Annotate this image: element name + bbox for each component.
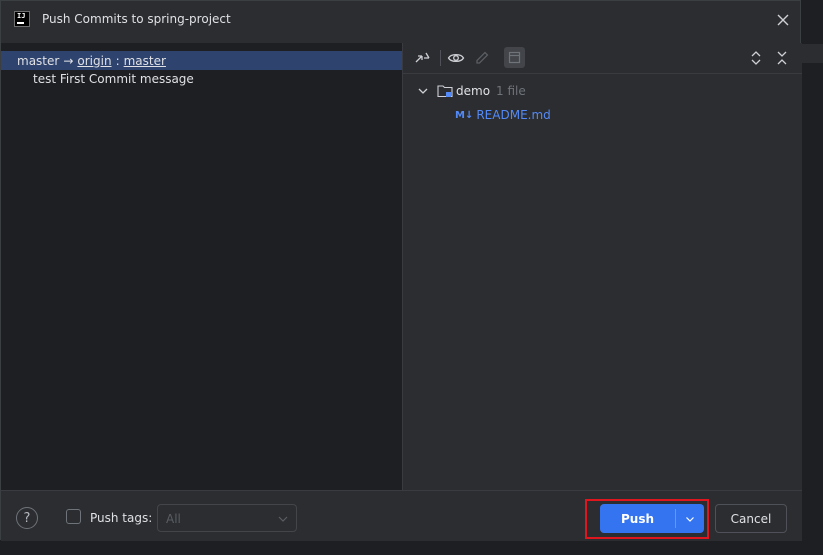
markdown-icon: M↓: [455, 109, 474, 121]
help-button[interactable]: ?: [16, 507, 38, 529]
folder-name: demo: [456, 84, 491, 98]
push-tags-select[interactable]: All: [157, 504, 297, 532]
push-button-label[interactable]: Push: [600, 504, 675, 533]
toolbar-divider: [440, 50, 441, 66]
show-diff-icon[interactable]: [504, 47, 525, 68]
collapse-all-icon[interactable]: [773, 49, 791, 67]
folder-icon: [437, 85, 453, 98]
commits-pane: master → origin : master test First Comm…: [1, 43, 403, 490]
chevron-down-icon: [278, 516, 288, 522]
push-tags-label: Push tags:: [90, 511, 153, 525]
remote-link[interactable]: origin: [77, 54, 111, 68]
chevron-down-icon: [686, 516, 694, 522]
dialog-footer: ? Push tags: All Push Cancel: [1, 490, 802, 541]
expand-all-icon[interactable]: [747, 49, 765, 67]
push-tags-select-value: All: [166, 512, 181, 526]
background-ide-tab: [801, 44, 823, 63]
file-name: README.md: [476, 108, 551, 122]
cancel-button[interactable]: Cancel: [715, 504, 787, 533]
edit-icon[interactable]: [473, 49, 491, 67]
remote-branch-link[interactable]: master: [124, 54, 166, 68]
eye-icon[interactable]: [447, 49, 465, 67]
push-button[interactable]: Push: [600, 504, 704, 533]
dialog-title: Push Commits to spring-project: [42, 12, 231, 26]
intellij-logo-icon: IJ: [14, 11, 30, 27]
branch-separator: :: [115, 53, 120, 68]
tree-file-row[interactable]: M↓ README.md: [455, 108, 551, 122]
folder-file-count: 1 file: [496, 84, 526, 98]
commit-item[interactable]: test First Commit message: [33, 72, 194, 86]
changes-pane: demo 1 file M↓ README.md: [403, 43, 802, 490]
background-ide: [801, 0, 823, 44]
local-branch: master: [17, 53, 60, 68]
chevron-down-icon[interactable]: [417, 85, 429, 97]
changes-toolbar: [403, 43, 802, 74]
branch-row[interactable]: master → origin : master: [1, 51, 402, 70]
push-tags-checkbox[interactable]: [66, 509, 81, 524]
push-options-dropdown[interactable]: [676, 504, 704, 533]
collapse-to-left-icon[interactable]: [413, 49, 431, 67]
push-dialog: IJ Push Commits to spring-project master…: [0, 0, 802, 541]
close-icon[interactable]: [776, 13, 790, 27]
title-bar: IJ Push Commits to spring-project: [1, 1, 800, 39]
tree-folder-row[interactable]: demo 1 file: [417, 84, 526, 98]
arrow-glyph: →: [63, 53, 74, 68]
